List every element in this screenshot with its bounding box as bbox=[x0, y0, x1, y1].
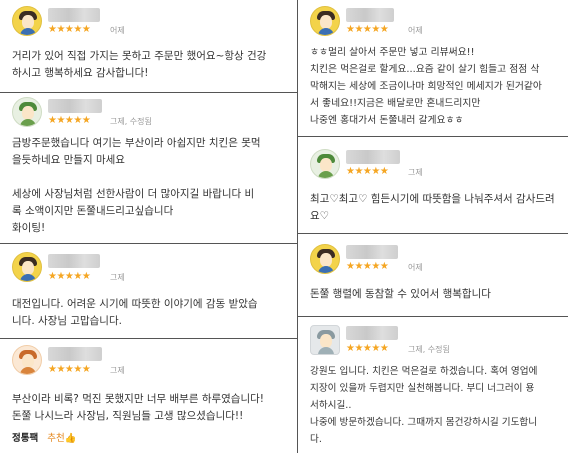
review-date: 어제 bbox=[408, 263, 423, 272]
reviews-screen: ★★★★★ 어제 거리가 있어 직접 가지는 못하고 주문만 했어요~항상 건강… bbox=[0, 0, 568, 453]
reviewer-name-blurred bbox=[346, 150, 400, 164]
review-date: 그제 bbox=[408, 168, 423, 177]
review-text: 최고♡최고♡ 힘든시기에 따뜻함을 나눠주셔서 감사드려 요♡ bbox=[310, 193, 555, 222]
reviewer-name-blurred bbox=[346, 8, 394, 22]
review-card: ★★★★★ 그제 대전입니다. 어려운 시기에 따뜻한 이야기에 감동 받았습 … bbox=[0, 244, 297, 338]
star-rating: ★★★★★ bbox=[346, 343, 389, 354]
review-date: 그제, 수정됨 bbox=[110, 117, 152, 126]
star-rating: ★★★★★ bbox=[48, 24, 91, 35]
review-text: ㅎㅎ멀리 살아서 주문만 넣고 리뷰써요!! 치킨은 먹은걸로 할게요...요즘… bbox=[310, 47, 542, 126]
review-date: 그제, 수정됨 bbox=[408, 345, 450, 354]
review-card: ★★★★★ 그제, 수정됨 강원도 입니다. 치킨은 먹은걸로 하겠습니다. 혹… bbox=[298, 317, 568, 453]
review-card: ★★★★★ 그제 최고♡최고♡ 힘든시기에 따뜻함을 나눠주셔서 감사드려 요♡ bbox=[298, 137, 568, 233]
reviewer-name-blurred bbox=[48, 254, 100, 268]
user-avatar-icon[interactable] bbox=[12, 345, 42, 375]
review-date: 어제 bbox=[110, 26, 125, 35]
reviewer-name-blurred bbox=[346, 245, 398, 259]
menu-name: 정통팩 bbox=[12, 433, 39, 444]
review-text: 부산이라 비록? 먹진 못했지만 너무 배부른 하루였습니다! 돈쭐 나시느라 … bbox=[12, 393, 264, 422]
star-rating: ★★★★★ bbox=[48, 271, 91, 282]
star-rating: ★★★★★ bbox=[346, 261, 389, 272]
review-date: 어제 bbox=[408, 26, 423, 35]
review-text: 대전입니다. 어려운 시기에 따뜻한 이야기에 감동 받았습 니다. 사장님 고… bbox=[12, 298, 258, 327]
recommend-row: 정통팩 추천👍 bbox=[12, 430, 77, 444]
user-avatar-icon[interactable] bbox=[310, 244, 340, 274]
star-rating: ★★★★★ bbox=[346, 24, 389, 35]
user-avatar-icon[interactable] bbox=[310, 149, 340, 179]
star-rating: ★★★★★ bbox=[48, 364, 91, 375]
review-card: ★★★★★ 어제 돈쭐 행렬에 동참할 수 있어서 행복합니다 bbox=[298, 234, 568, 316]
review-text: 금방주문했습니다 여기는 부산이라 아쉽지만 치킨은 못먹 을듯하네요 만들지 … bbox=[12, 137, 261, 234]
user-avatar-icon[interactable] bbox=[310, 325, 340, 355]
review-card: ★★★★★ 어제 ㅎㅎ멀리 살아서 주문만 넣고 리뷰써요!! 치킨은 먹은걸로… bbox=[298, 0, 568, 136]
review-text: 돈쭐 행렬에 동참할 수 있어서 행복합니다 bbox=[310, 288, 491, 300]
star-rating: ★★★★★ bbox=[346, 166, 389, 177]
recommend-button[interactable]: 추천👍 bbox=[47, 433, 76, 444]
review-text: 거리가 있어 직접 가지는 못하고 주문만 했어요~항상 건강 하시고 행복하세… bbox=[12, 50, 267, 79]
reviewer-name-blurred bbox=[48, 347, 102, 361]
review-card: ★★★★★ 어제 거리가 있어 직접 가지는 못하고 주문만 했어요~항상 건강… bbox=[0, 0, 297, 92]
reviewer-name-blurred bbox=[346, 326, 398, 340]
review-date: 그제 bbox=[110, 273, 125, 282]
reviewer-name-blurred bbox=[48, 99, 102, 113]
review-text: 강원도 입니다. 치킨은 먹은걸로 하겠습니다. 혹여 영업에 지장이 있을까 … bbox=[310, 366, 538, 445]
star-rating: ★★★★★ bbox=[48, 115, 91, 126]
user-avatar-icon[interactable] bbox=[12, 252, 42, 282]
user-avatar-icon[interactable] bbox=[310, 6, 340, 36]
user-avatar-icon[interactable] bbox=[12, 97, 42, 127]
user-avatar-icon[interactable] bbox=[12, 6, 42, 36]
review-date: 그제 bbox=[110, 366, 125, 375]
review-card: ★★★★★ 그제, 수정됨 금방주문했습니다 여기는 부산이라 아쉽지만 치킨은… bbox=[0, 93, 297, 243]
reviewer-name-blurred bbox=[48, 8, 100, 22]
